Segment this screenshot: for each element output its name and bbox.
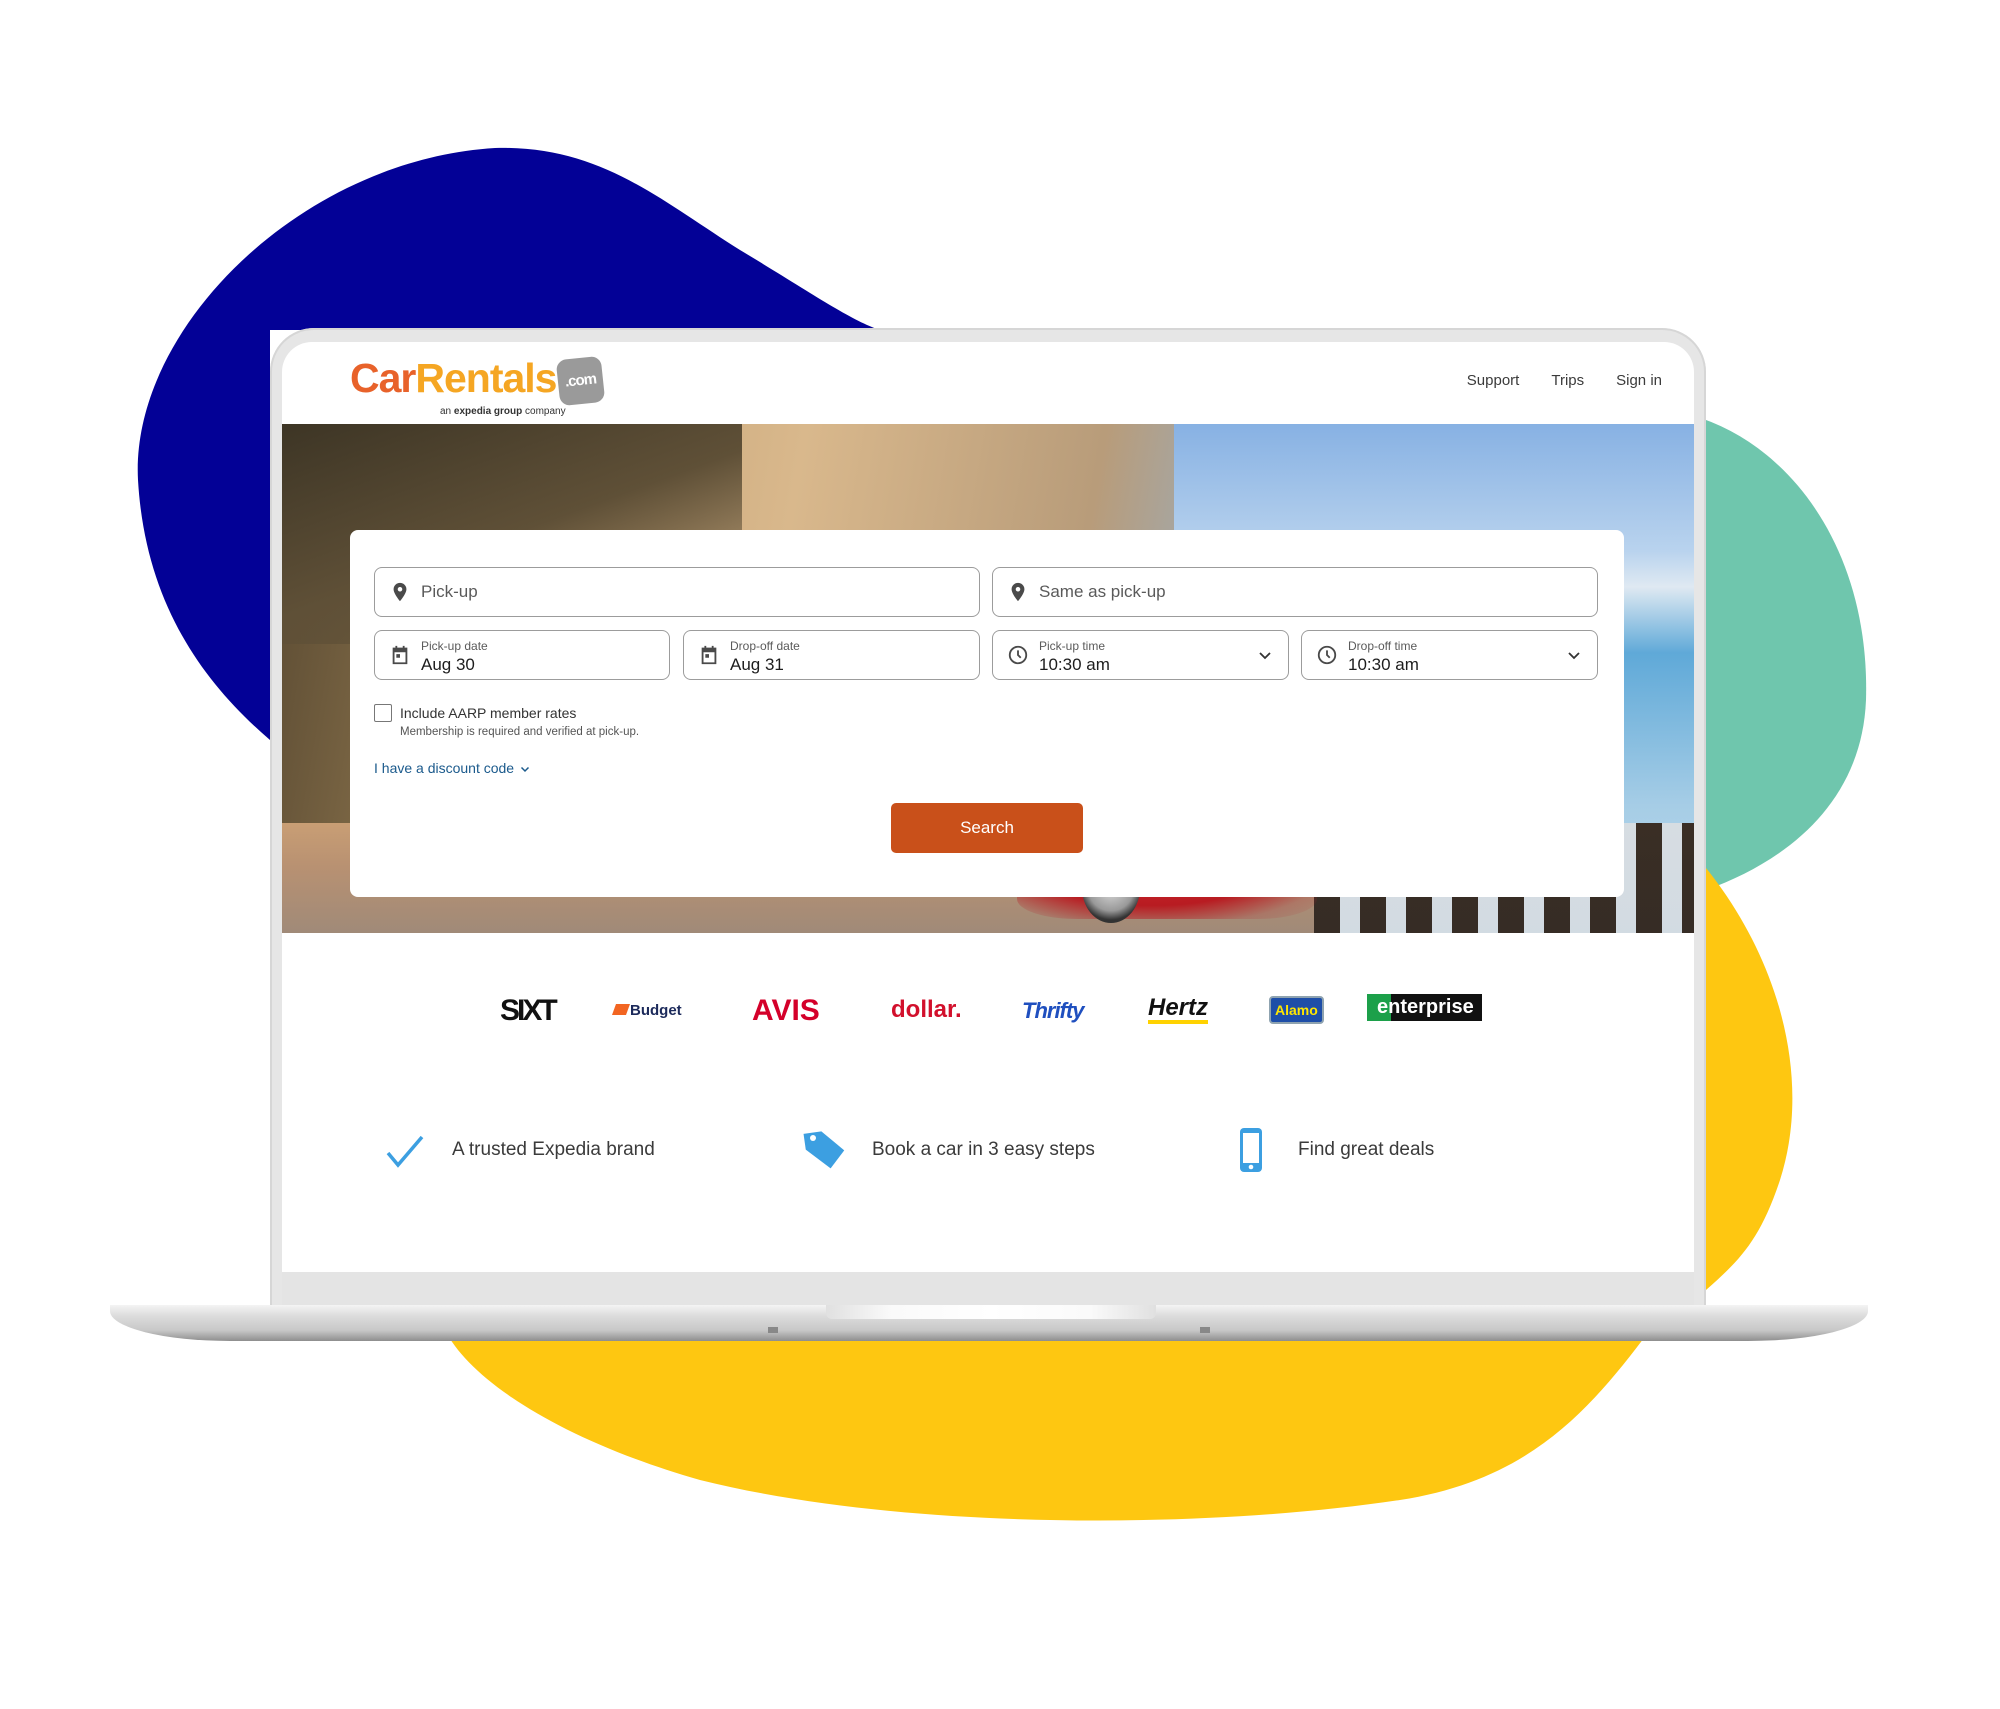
carrentals-logo[interactable]: CarRentals .com an expedia group company [350,355,606,417]
chevron-down-icon [1568,652,1580,660]
dropoff-date-field[interactable]: Drop-off date Aug 31 [683,630,980,680]
dropoff-location-placeholder: Same as pick-up [1039,582,1166,601]
laptop-foot [768,1327,778,1333]
pickup-time-label: Pick-up time [1039,639,1106,653]
browser-screen: CarRentals .com an expedia group company … [282,342,1694,1272]
pickup-date-field[interactable]: Pick-up date Aug 30 [374,630,670,680]
tagline-prefix: an [440,406,454,418]
clock-icon [1008,645,1028,665]
feature-label: A trusted Expedia brand [452,1139,655,1160]
laptop-base [110,1305,1868,1341]
feature-great-deals: Find great deals [1228,1127,1434,1173]
budget-text: Budget [630,1002,682,1019]
pickup-time-select[interactable]: Pick-up time 10:30 am [992,630,1289,680]
feature-label: Book a car in 3 easy steps [872,1139,1095,1160]
laptop-foot [1200,1327,1210,1333]
feature-label: Find great deals [1298,1139,1435,1160]
dropoff-location-input[interactable]: Same as pick-up [992,567,1598,617]
site-header: CarRentals .com an expedia group company … [282,342,1694,424]
laptop-hinge-notch [826,1305,1156,1319]
brand-logo-alamo: Alamo [1269,996,1324,1024]
calendar-icon [392,645,408,665]
brand-logo-budget: Budget [611,1002,682,1019]
aarp-checkbox[interactable] [374,704,392,722]
search-button[interactable]: Search [891,803,1083,853]
pickup-location-placeholder: Pick-up [421,582,478,601]
aarp-label[interactable]: Include AARP member rates [400,705,576,721]
brand-logo-sixt: SIXT [500,994,558,1027]
map-pin-icon [1011,582,1025,602]
pickup-time-value: 10:30 am [1039,655,1110,674]
brand-logo-hertz: Hertz [1148,996,1209,1024]
tagline-brand: expedia group [453,406,523,418]
dropoff-time-select[interactable]: Drop-off time 10:30 am [1301,630,1598,680]
nav-support-link[interactable]: Support [1467,372,1520,389]
brand-logo-avis: AVIS [752,994,820,1027]
brand-logo-dollar: dollar. [891,996,962,1023]
pickup-location-input[interactable]: Pick-up [374,567,980,617]
budget-mark-icon [611,1004,631,1015]
aarp-note: Membership is required and verified at p… [400,726,640,738]
brand-logo-thrifty: Thrifty [1022,998,1084,1023]
feature-easy-steps: Book a car in 3 easy steps [802,1127,1095,1173]
logo-car-text: Car [350,355,416,401]
clock-icon [1317,645,1337,665]
pickup-date-value: Aug 30 [421,655,475,674]
logo-tagline: an expedia group company [440,406,604,417]
nav-sign-in-link[interactable]: Sign in [1616,372,1662,389]
checkmark-icon [386,1135,424,1168]
chevron-down-icon [1259,652,1271,660]
teal-blob [1706,420,1867,890]
discount-code-toggle[interactable]: I have a discount code [374,760,530,776]
chevron-down-icon [521,767,530,773]
laptop-bezel-chin [282,1272,1694,1306]
pickup-date-label: Pick-up date [421,639,488,653]
dropoff-date-value: Aug 31 [730,655,784,674]
smartphone-icon [1240,1128,1262,1172]
hero-banner: Pick-up Same as pick-up Pick-up date Aug… [282,424,1694,933]
rental-brands-row: SIXT Budget AVIS dollar. Thrifty Hertz A… [282,982,1694,1042]
discount-code-label: I have a discount code [374,760,515,776]
tagline-suffix: company [522,406,566,418]
feature-trusted-brand: A trusted Expedia brand [382,1127,655,1173]
calendar-icon [701,645,717,665]
price-tag-icon [803,1131,845,1169]
logo-com-badge: .com [556,355,606,407]
nav-trips-link[interactable]: Trips [1551,372,1584,389]
logo-rentals-text: Rentals [415,355,557,401]
dropoff-date-label: Drop-off date [730,639,800,653]
header-nav: Support Trips Sign in [1467,372,1662,389]
features-row: A trusted Expedia brand Book a car in 3 … [282,1127,1694,1187]
dropoff-time-value: 10:30 am [1348,655,1419,674]
brand-logo-enterprise: enterprise [1367,994,1482,1021]
map-pin-icon [393,582,407,602]
search-card: Pick-up Same as pick-up Pick-up date Aug… [350,530,1624,897]
dropoff-time-label: Drop-off time [1348,639,1418,653]
